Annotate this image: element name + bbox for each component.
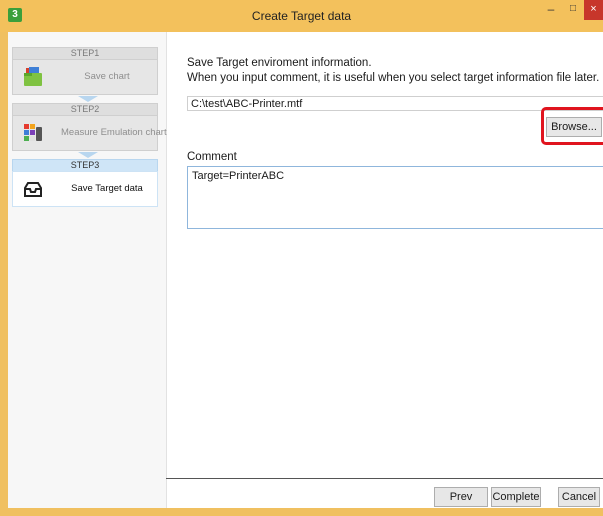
- description: Save Target enviroment information. When…: [187, 56, 599, 86]
- step-arrow-2: [78, 152, 98, 158]
- step-1-label: Save chart: [84, 71, 130, 82]
- step-2[interactable]: STEP2 Measure Emulation chart: [12, 103, 167, 151]
- step-1-header: STEP1: [12, 47, 158, 59]
- folder-icon: [24, 67, 42, 86]
- title-bar[interactable]: Create Target data 3 – □ ×: [0, 0, 603, 32]
- description-line-2: When you input comment, it is useful whe…: [187, 72, 600, 84]
- step-3[interactable]: STEP3 Save Target data: [12, 159, 158, 207]
- step-sidebar: STEP1 Save chart STEP2 Measure Emulation…: [8, 32, 167, 508]
- color-chart-icon: [24, 124, 42, 141]
- window-title: Create Target data: [251, 9, 352, 23]
- close-button[interactable]: ×: [584, 0, 603, 20]
- comment-label: Comment: [187, 151, 237, 163]
- minimize-button[interactable]: –: [540, 0, 562, 20]
- app-icon: 3: [8, 8, 22, 22]
- step-2-header: STEP2: [12, 103, 158, 115]
- step-1[interactable]: STEP1 Save chart: [12, 47, 158, 95]
- cancel-button[interactable]: Cancel: [558, 487, 600, 507]
- step-3-body: Save Target data: [12, 171, 158, 207]
- comment-textarea[interactable]: Target=PrinterABC: [187, 166, 603, 229]
- maximize-button[interactable]: □: [563, 0, 583, 20]
- step-2-body: Measure Emulation chart: [12, 115, 167, 151]
- step-3-label: Save Target data: [71, 183, 143, 194]
- step-3-header: STEP3: [12, 159, 158, 171]
- step-1-body: Save chart: [12, 59, 158, 95]
- description-line-1: Save Target enviroment information.: [187, 57, 372, 69]
- main-panel: Save Target enviroment information. When…: [166, 32, 603, 508]
- step-arrow-1: [78, 96, 98, 102]
- browse-button[interactable]: Browse...: [546, 117, 602, 137]
- footer-divider: [166, 478, 603, 479]
- app-window: Create Target data 3 – □ × STEP1 Save ch…: [0, 0, 603, 516]
- complete-button[interactable]: Complete: [491, 487, 541, 507]
- prev-button[interactable]: Prev: [434, 487, 488, 507]
- step-2-label: Measure Emulation chart: [61, 127, 167, 138]
- dialog-body: STEP1 Save chart STEP2 Measure Emulation…: [8, 32, 603, 508]
- save-tray-icon: [24, 182, 42, 197]
